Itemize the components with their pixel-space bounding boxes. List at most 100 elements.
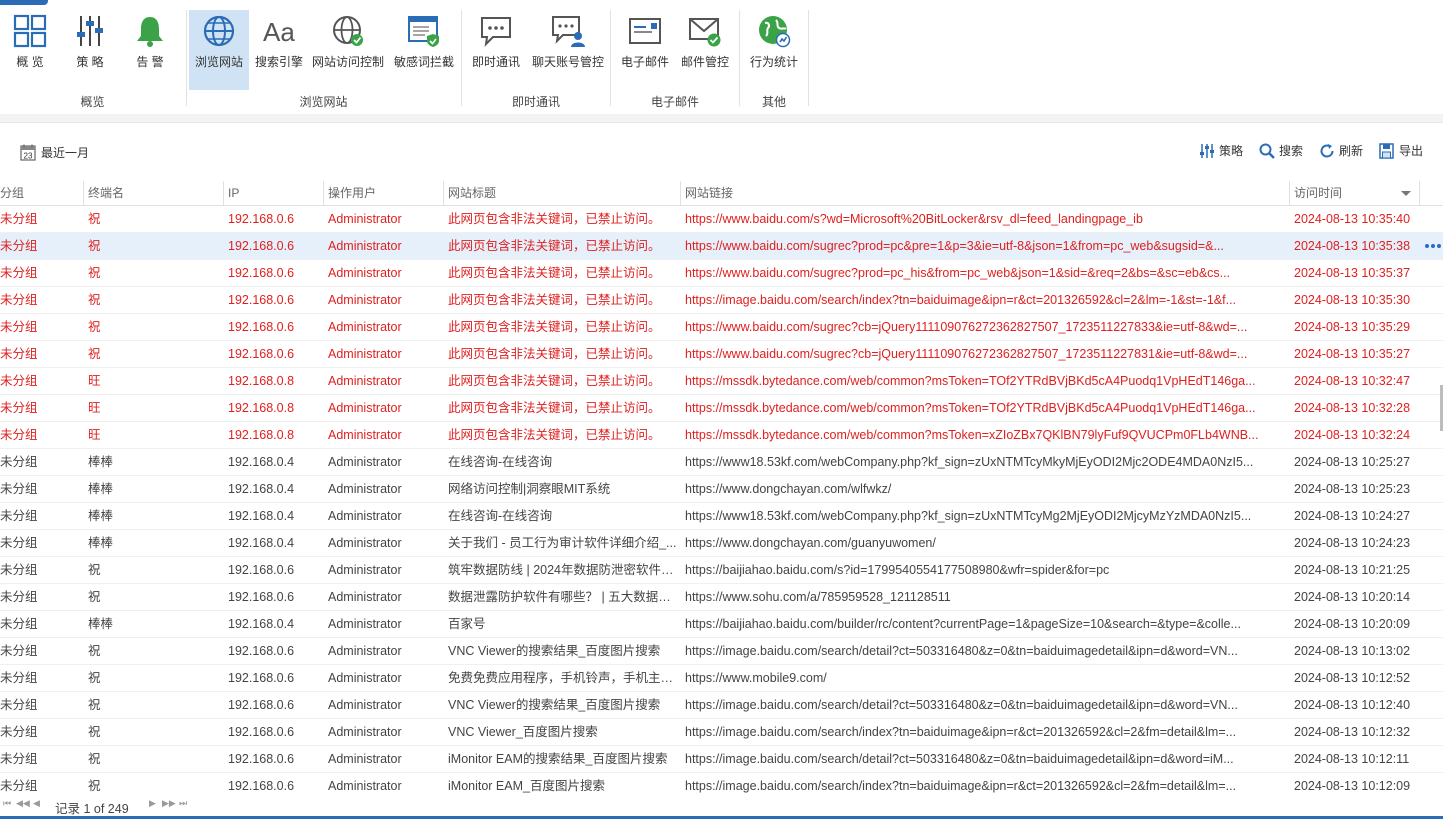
next-page-icon[interactable]: ▶ [149,798,156,809]
table-row[interactable]: 未分组 棒棒 192.168.0.4 Administrator 网络访问控制|洞察眼M… [0,476,1443,503]
cell-user: Administrator [328,617,402,631]
overview-button[interactable]: 概 览 [4,10,56,90]
website-access-control-button[interactable]: 网站访问控制 [309,10,387,90]
calendar-day: 23 [24,151,33,160]
column-header-user[interactable]: 操作用户 [324,181,444,205]
table-row[interactable]: 未分组 祝 192.168.0.6 Administrator 此网页包含非法关键词，已… [0,287,1443,314]
period-filter[interactable]: 23 最近一月 [20,142,89,162]
search-engine-button[interactable]: Aa 搜索引擎 [251,10,307,90]
chat-account-control-button[interactable]: 聊天账号管控 [528,10,608,90]
next-page-fast-icon[interactable]: ▶▶ [162,798,176,809]
table-row[interactable]: 未分组 祝 192.168.0.6 Administrator VNC Viewer的搜… [0,638,1443,665]
table-row[interactable]: 未分组 祝 192.168.0.6 Administrator 免费免费应用程序，手机铃… [0,665,1443,692]
cell-user: Administrator [328,212,402,226]
cell-url: https://baijiahao.baidu.com/s?id=1799540… [685,563,1110,577]
instant-messaging-button[interactable]: 即时通讯 [468,10,524,90]
chat-account-control-button-label: 聊天账号管控 [531,55,604,69]
sensitive-word-block-button[interactable]: 敏感词拦截 [391,10,457,90]
ribbon-group-email: 电子邮件 邮件管控 电子邮件 [611,0,739,114]
sort-desc-icon[interactable] [1401,191,1411,196]
cell-time: 2024-08-13 10:12:11 [1294,752,1410,766]
stats-globe-icon [759,16,791,48]
ribbon-group-other: 行为统计 其他 [740,0,808,114]
column-header-url[interactable]: 网站链接 [681,181,1290,205]
cell-time: 2024-08-13 10:35:29 [1294,320,1411,334]
cell-time: 2024-08-13 10:32:24 [1294,428,1411,442]
cell-terminal: 祝 [88,752,101,766]
email-button-label: 电子邮件 [620,55,669,69]
cell-terminal: 旺 [88,428,101,442]
table-row[interactable]: 未分组 旺 192.168.0.8 Administrator 此网页包含非法关键词，已… [0,422,1443,449]
cell-terminal: 祝 [88,212,101,226]
column-header-ip[interactable]: IP [224,181,324,205]
ribbon-group-overview: 概 览 策 略 告 警 概览 [0,0,185,114]
font-aa-icon: Aa [263,17,295,47]
cell-user: Administrator [328,347,402,361]
cell-ip: 192.168.0.6 [228,725,295,739]
cell-title: 此网页包含非法关键词，已禁止访问。 [448,293,661,307]
cell-title: 此网页包含非法关键词，已禁止访问。 [448,374,661,388]
cell-terminal: 棒棒 [88,536,114,550]
table-row[interactable]: 未分组 棒棒 192.168.0.4 Administrator 在线咨询-在线咨询 ht… [0,449,1443,476]
cell-user: Administrator [328,563,402,577]
cell-title: 此网页包含非法关键词，已禁止访问。 [448,401,661,415]
cell-user: Administrator [328,644,402,658]
cell-group: 未分组 [0,725,38,739]
cell-ip: 192.168.0.6 [228,671,295,685]
website-access-control-button-label: 网站访问控制 [311,55,384,69]
search-button[interactable]: 搜索 [1259,142,1303,159]
table-row[interactable]: 未分组 祝 192.168.0.6 Administrator 此网页包含非法关键词，已… [0,206,1443,233]
column-header-group[interactable]: 分组 [0,181,84,205]
more-options-icon[interactable] [1425,241,1443,251]
table-row[interactable]: 未分组 祝 192.168.0.6 Administrator 此网页包含非法关键词，已… [0,314,1443,341]
table-row[interactable]: 未分组 祝 192.168.0.6 Administrator 此网页包含非法关键词，已… [0,341,1443,368]
export-button[interactable]: 导出 [1379,142,1423,159]
table-row[interactable]: 未分组 棒棒 192.168.0.4 Administrator 在线咨询-在线咨询 ht… [0,503,1443,530]
cell-title: 数据泄露防护软件有哪些？ | 五大数据防... [448,590,681,604]
cell-time: 2024-08-13 10:12:40 [1294,698,1411,712]
column-header-title[interactable]: 网站标题 [444,181,681,205]
column-header-time[interactable]: 访问时间 [1290,181,1420,205]
table-row[interactable]: 未分组 祝 192.168.0.6 Administrator VNC Viewer的搜… [0,692,1443,719]
prev-page-icon[interactable]: ◀ [33,798,40,809]
table-row[interactable]: 未分组 棒棒 192.168.0.4 Administrator 百家号 https://… [0,611,1443,638]
refresh-button[interactable]: 刷新 [1319,142,1363,159]
behavior-stats-button[interactable]: 行为统计 [746,10,802,90]
table-row[interactable]: 未分组 祝 192.168.0.6 Administrator 此网页包含非法关键词，已… [0,233,1443,260]
cell-user: Administrator [328,482,402,496]
cell-group: 未分组 [0,563,38,577]
cell-ip: 192.168.0.4 [228,536,295,550]
mail-control-button[interactable]: 邮件管控 [677,10,733,90]
last-page-icon[interactable]: ⏭ [179,798,187,809]
table-row[interactable]: 未分组 祝 192.168.0.6 Administrator iMonitor EAM… [0,746,1443,773]
cell-title: 此网页包含非法关键词，已禁止访问。 [448,239,661,253]
table-row[interactable]: 未分组 祝 192.168.0.6 Administrator 此网页包含非法关键词，已… [0,260,1443,287]
cell-group: 未分组 [0,239,38,253]
cell-title: iMonitor EAM的搜索结果_百度图片搜索 [448,752,668,766]
strategy-action-button[interactable]: 策略 [1199,142,1243,159]
alarm-button[interactable]: 告 警 [124,10,176,90]
table-row[interactable]: 未分组 祝 192.168.0.6 Administrator VNC Viewer_百… [0,719,1443,746]
ribbon-group-label-email: 电子邮件 [650,95,699,109]
prev-page-fast-icon[interactable]: ◀◀ [16,798,30,809]
cell-url: https://www18.53kf.com/webCompany.php?kf… [685,509,1252,523]
table-row[interactable]: 未分组 棒棒 192.168.0.4 Administrator 关于我们 - 员工行为… [0,530,1443,557]
cell-terminal: 祝 [88,698,101,712]
table-row[interactable]: 未分组 旺 192.168.0.8 Administrator 此网页包含非法关键词，已… [0,395,1443,422]
chat-bubble-icon [481,17,511,47]
strategy-button[interactable]: 策 略 [64,10,116,90]
table-row[interactable]: 未分组 祝 192.168.0.6 Administrator 数据泄露防护软件有哪些？… [0,584,1443,611]
cell-title: 此网页包含非法关键词，已禁止访问。 [448,347,661,361]
strategy-action-label: 策略 [1218,144,1243,158]
table-row[interactable]: 未分组 旺 192.168.0.8 Administrator 此网页包含非法关键词，已… [0,368,1443,395]
cell-title: 筑牢数据防线 | 2024年数据防泄密软件精... [448,563,681,577]
cell-ip: 192.168.0.8 [228,428,295,442]
alarm-button-label: 告 警 [136,55,164,69]
browse-website-button[interactable]: 浏览网站 [189,10,249,90]
ribbon-group-label-overview: 概览 [80,95,105,109]
email-button[interactable]: 电子邮件 [617,10,673,90]
table-row[interactable]: 未分组 祝 192.168.0.6 Administrator 筑牢数据防线 | 202… [0,557,1443,584]
cell-user: Administrator [328,320,402,334]
column-header-terminal[interactable]: 终端名 [84,181,224,205]
first-page-icon[interactable]: ⏮ [3,798,11,809]
